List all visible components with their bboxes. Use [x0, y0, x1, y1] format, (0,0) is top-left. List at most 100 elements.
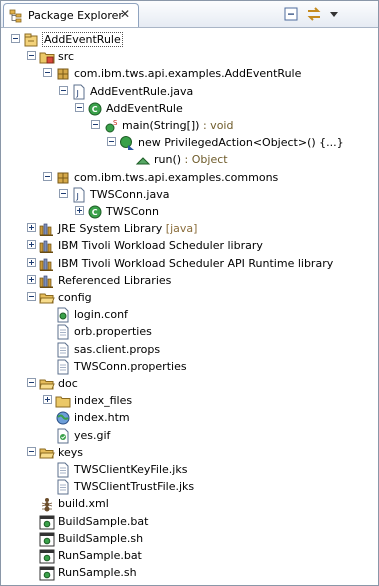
tree-item[interactable]: TWSConn.properties: [1, 358, 378, 375]
static-method-icon: S: [105, 119, 118, 133]
image-file-icon: [57, 428, 69, 444]
item-name: RunSample.bat: [58, 549, 142, 562]
tree-item[interactable]: IBM Tivoli Workload Scheduler library: [1, 237, 378, 254]
tab-package-explorer[interactable]: Package Explorer ✕: [3, 3, 139, 27]
expand-toggle-icon[interactable]: [27, 240, 36, 250]
item-name: IBM Tivoli Workload Scheduler library: [58, 239, 263, 253]
item-name: Referenced Libraries: [58, 273, 172, 287]
java-file-icon: J: [73, 187, 85, 203]
tree-item[interactable]: RunSample.sh: [1, 564, 378, 581]
library-icon: [39, 258, 53, 271]
tree-item[interactable]: config: [1, 289, 378, 306]
expand-toggle-icon[interactable]: [27, 274, 36, 284]
expand-toggle-icon[interactable]: [75, 206, 84, 215]
item-name: index_files: [74, 394, 133, 408]
tree-item[interactable]: IBM Tivoli Workload Scheduler API Runtim…: [1, 255, 378, 272]
tree-item[interactable]: orb.properties: [1, 323, 378, 340]
tree-item[interactable]: Smain(String[]) : void: [1, 117, 378, 134]
tree-item[interactable]: index_files: [1, 392, 378, 409]
tree-item[interactable]: yes.gif: [1, 427, 378, 444]
collapse-toggle-icon[interactable]: [11, 34, 20, 43]
script-file-icon: [39, 566, 55, 581]
svg-text:C: C: [92, 105, 98, 114]
tree-item-label: TWSConn.properties: [74, 358, 187, 375]
collapse-toggle-icon[interactable]: [75, 102, 84, 112]
tree-item[interactable]: BuildSample.bat: [1, 513, 378, 530]
expand-toggle-icon[interactable]: [27, 223, 36, 233]
item-name: com.ibm.tws.api.examples.commons: [74, 170, 279, 184]
source-folder-icon: [39, 52, 55, 64]
text-file-icon: [57, 479, 69, 495]
text-file-icon: [57, 324, 69, 340]
tree-item[interactable]: BuildSample.sh: [1, 530, 378, 547]
collapse-toggle-icon[interactable]: [43, 171, 52, 181]
tree-item[interactable]: TWSClientKeyFile.jks: [1, 461, 378, 478]
method-icon: [135, 157, 151, 165]
expand-toggle-icon[interactable]: [27, 257, 36, 267]
tree-item-label: new PrivilegedAction<Object>() {...}: [138, 134, 344, 151]
tree-item[interactable]: C TWSConn: [1, 203, 378, 220]
view-menu-icon[interactable]: [325, 5, 343, 23]
collapse-toggle-icon[interactable]: [27, 51, 36, 61]
item-name: com.ibm.tws.api.examples.AddEventRule: [74, 67, 302, 81]
close-icon[interactable]: ✕: [120, 7, 130, 21]
tree-item[interactable]: J TWSConn.java: [1, 186, 378, 203]
tree-item[interactable]: RunSample.bat: [1, 547, 378, 564]
tree-item-label: RunSample.sh: [58, 564, 137, 581]
item-name: run(): [154, 153, 182, 167]
link-with-editor-icon[interactable]: [305, 5, 323, 23]
item-name: TWSConn.properties: [74, 359, 187, 373]
svg-text:J: J: [76, 192, 79, 201]
tree-item[interactable]: com.ibm.tws.api.examples.commons: [1, 169, 378, 186]
collapse-toggle-icon[interactable]: [43, 68, 52, 78]
tree-item[interactable]: src: [1, 48, 378, 65]
tree-item[interactable]: JRE System Library [java]: [1, 220, 378, 237]
tree-item-label: IBM Tivoli Workload Scheduler library: [58, 237, 263, 254]
item-name: BuildSample.bat: [58, 514, 149, 528]
item-name: JRE System Library: [58, 222, 163, 236]
config-file-icon: [57, 307, 69, 323]
tree-item[interactable]: doc: [1, 375, 378, 392]
tree-item[interactable]: J AddEventRule.java: [1, 83, 378, 100]
tree-item-label: sas.client.props: [74, 341, 160, 358]
tree-item[interactable]: C AddEventRule: [1, 100, 378, 117]
class-icon: C: [88, 205, 102, 219]
tree-item[interactable]: index.htm: [1, 409, 378, 426]
tree-item[interactable]: run() : Object: [1, 151, 378, 168]
item-name: TWSClientTrustFile.jks: [74, 480, 195, 494]
tree-item-label: TWSClientKeyFile.jks: [74, 461, 187, 478]
project-tree: AddEventRule src com.ibm.tws.api.examples.…: [1, 28, 378, 584]
collapse-all-icon[interactable]: [282, 5, 300, 23]
tree-item-label: AddEventRule: [106, 100, 183, 117]
project-icon: [24, 33, 38, 47]
item-name: build.xml: [58, 497, 109, 511]
tree-item[interactable]: TWSClientTrustFile.jks: [1, 478, 378, 495]
collapse-toggle-icon[interactable]: [107, 137, 116, 147]
tree-item[interactable]: Referenced Libraries: [1, 272, 378, 289]
svg-text:C: C: [92, 208, 98, 217]
folder-open-icon: [39, 448, 55, 459]
expand-toggle-icon[interactable]: [43, 395, 52, 405]
collapse-toggle-icon[interactable]: [59, 188, 68, 198]
tree-item[interactable]: keys: [1, 444, 378, 461]
tree-item-label: TWSConn.java: [90, 186, 169, 203]
tree-item-label: AddEventRule.java: [90, 83, 193, 100]
item-name: TWSConn: [106, 205, 159, 218]
collapse-toggle-icon[interactable]: [27, 292, 36, 301]
tree-item[interactable]: login.conf: [1, 306, 378, 323]
collapse-toggle-icon[interactable]: [27, 446, 36, 456]
class-icon: C: [88, 102, 102, 116]
collapse-toggle-icon[interactable]: [91, 120, 100, 129]
tree-item[interactable]: AddEventRule: [1, 31, 378, 48]
tree-item[interactable]: sas.client.props: [1, 341, 378, 358]
item-name: new PrivilegedAction<Object>() {...}: [138, 136, 344, 150]
library-decoration: [java]: [162, 222, 198, 236]
collapse-toggle-icon[interactable]: [27, 378, 36, 387]
tree-item-label: RunSample.bat: [58, 547, 142, 564]
tree-item[interactable]: build.xml: [1, 495, 378, 512]
tree-item[interactable]: com.ibm.tws.api.examples.AddEventRule: [1, 65, 378, 82]
package-icon: [57, 68, 69, 80]
tree-item[interactable]: new PrivilegedAction<Object>() {...}: [1, 134, 378, 151]
collapse-toggle-icon[interactable]: [59, 85, 68, 95]
web-page-icon: [56, 411, 70, 425]
